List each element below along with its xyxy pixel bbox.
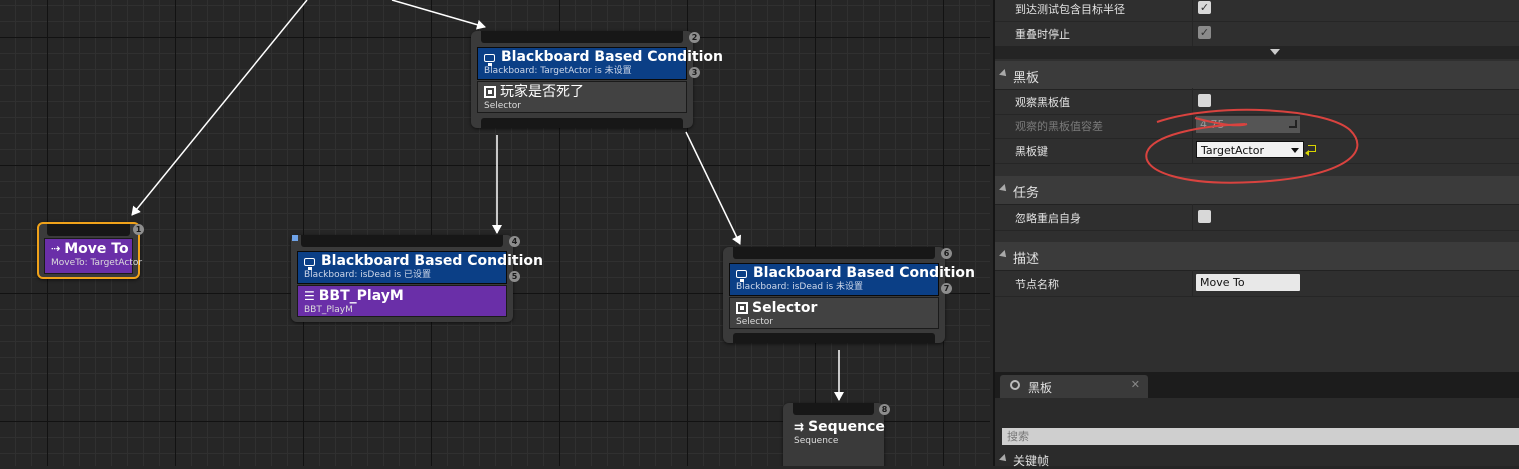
blackboard-tab-bar: 黑板 ✕: [995, 372, 1519, 398]
selector-icon: [736, 302, 748, 314]
row-label: 观察的黑板值容差: [1015, 120, 1103, 133]
output-pin[interactable]: [481, 118, 683, 128]
composite-subtitle: Selector: [736, 317, 773, 327]
composite-body[interactable]: 玩家是否死了 Selector: [477, 81, 687, 113]
advanced-expander[interactable]: [995, 46, 1519, 59]
decorator-icon: [304, 257, 315, 270]
decorator-subtitle: Blackboard: TargetActor is 未设置: [484, 66, 632, 76]
move-to-task[interactable]: ⇢ Move To MoveTo: TargetActor: [44, 238, 143, 274]
category-label: 任务: [1013, 186, 1040, 201]
composite-subtitle: Sequence: [794, 436, 839, 446]
wire-to-move-to: [131, 0, 308, 216]
blackboard-panel: 黑板 ✕ 搜索 关键帧: [993, 372, 1519, 468]
node-index-badge: 3: [689, 67, 700, 78]
expand-down-icon: [1270, 49, 1280, 55]
row-node-name: 节点名称 Move To: [995, 270, 1519, 297]
wire-to-condition-target: [391, 0, 486, 30]
collapse-arrow-icon: [999, 184, 1009, 194]
move-to-icon: ⇢: [51, 242, 61, 255]
tab-label: 黑板: [1028, 381, 1053, 395]
decorator-icon: [736, 269, 747, 282]
task-subtitle: BBT_PlayM: [304, 305, 353, 315]
behavior-tree-graph[interactable]: ⇢ Move To MoveTo: TargetActor 1 Blackboar…: [0, 0, 990, 466]
stop-on-overlap-checkbox[interactable]: ✓: [1198, 26, 1211, 39]
decorator-index-badge: 2: [689, 32, 700, 43]
category-label: 黑板: [1013, 71, 1040, 86]
category-label: 描述: [1013, 252, 1040, 267]
arrive-test-checkbox[interactable]: ✓: [1198, 1, 1211, 14]
node-sequence[interactable]: ⇉ Sequence Sequence: [783, 403, 885, 466]
search-input[interactable]: 搜索: [1002, 428, 1519, 445]
breakpoint-marker: [292, 235, 298, 241]
row-arrive-test: 到达测试包含目标半径 ✓: [995, 0, 1519, 22]
task-title: BBT_PlayM: [318, 288, 404, 304]
row-label: 黑板键: [1015, 145, 1048, 158]
collapse-arrow-icon: [999, 454, 1009, 464]
row-label: 观察黑板值: [1015, 96, 1070, 109]
blackboard-icon: [1010, 380, 1020, 390]
decorator-blackboard-condition[interactable]: Blackboard Based Condition Blackboard: i…: [297, 251, 543, 284]
decorator-title: Blackboard Based Condition: [753, 265, 976, 281]
wire-to-selector: [685, 131, 742, 245]
selector-icon: [484, 86, 496, 98]
decorator-blackboard-condition[interactable]: Blackboard Based Condition Blackboard: T…: [477, 47, 723, 80]
decorator-title: Blackboard Based Condition: [321, 253, 544, 269]
decorator-index-badge: 4: [509, 236, 520, 247]
move-to-subtitle: MoveTo: TargetActor: [51, 258, 143, 268]
node-condition-isdead-unset[interactable]: Blackboard Based Condition Blackboard: i…: [723, 247, 975, 343]
decorator-title: Blackboard Based Condition: [501, 49, 724, 65]
composite-body[interactable]: Selector Selector: [729, 297, 939, 329]
red-annotation-circle: [1145, 108, 1359, 184]
category-keys[interactable]: 关键帧: [995, 451, 1519, 468]
node-name-input[interactable]: Move To: [1196, 274, 1300, 291]
composite-body[interactable]: ⇉ Sequence Sequence: [788, 417, 885, 453]
input-pin[interactable]: [47, 224, 130, 236]
decorator-index-badge: 6: [941, 248, 952, 259]
category-label: 关键帧: [1013, 454, 1050, 468]
input-pin[interactable]: [481, 31, 683, 43]
category-description[interactable]: 描述: [995, 242, 1519, 271]
composite-title: Selector: [752, 300, 818, 316]
decorator-blackboard-condition[interactable]: Blackboard Based Condition Blackboard: i…: [729, 263, 975, 296]
node-index-badge: 8: [879, 404, 890, 415]
task-icon: ☰: [304, 289, 315, 303]
collapse-arrow-icon: [999, 69, 1009, 79]
node-index-badge: 7: [941, 283, 952, 294]
decorator-subtitle: Blackboard: isDead is 未设置: [736, 282, 864, 292]
decorator-subtitle: Blackboard: isDead is 已设置: [304, 270, 432, 280]
row-label: 忽略重启自身: [1015, 212, 1081, 225]
composite-title: Sequence: [808, 419, 885, 435]
composite-title: 玩家是否死了: [500, 84, 584, 100]
task-body[interactable]: ☰ BBT_PlayM BBT_PlayM: [297, 285, 507, 317]
node-condition-isdead-set[interactable]: Blackboard Based Condition Blackboard: i…: [291, 235, 543, 322]
category-blackboard[interactable]: 黑板: [995, 61, 1519, 90]
close-icon[interactable]: ✕: [1131, 378, 1140, 391]
input-pin[interactable]: [733, 247, 935, 259]
output-pin[interactable]: [733, 333, 935, 343]
move-to-title: Move To: [64, 241, 129, 257]
node-condition-target-actor[interactable]: Blackboard Based Condition Blackboard: T…: [471, 31, 723, 128]
row-stop-on-overlap: 重叠时停止 ✓: [995, 20, 1519, 47]
row-ignore-restart-self: 忽略重启自身: [995, 204, 1519, 231]
node-move-to[interactable]: ⇢ Move To MoveTo: TargetActor: [37, 222, 143, 279]
decorator-icon: [484, 53, 495, 66]
input-pin[interactable]: [301, 235, 503, 247]
collapse-arrow-icon: [999, 250, 1009, 260]
ignore-restart-checkbox[interactable]: [1198, 210, 1211, 223]
sequence-icon: ⇉: [794, 420, 805, 434]
tab-blackboard[interactable]: 黑板 ✕: [1000, 375, 1148, 398]
row-label: 重叠时停止: [1015, 28, 1070, 41]
input-pin[interactable]: [793, 403, 874, 415]
composite-subtitle: Selector: [484, 101, 521, 111]
row-label: 节点名称: [1015, 278, 1059, 291]
row-label: 到达测试包含目标半径: [1015, 3, 1125, 16]
node-index-badge: 1: [133, 224, 144, 235]
details-panel: 到达测试包含目标半径 ✓ 重叠时停止 ✓ 黑板 观察黑板值 观察的黑板值容差 4…: [993, 0, 1519, 372]
node-index-badge: 5: [509, 271, 520, 282]
